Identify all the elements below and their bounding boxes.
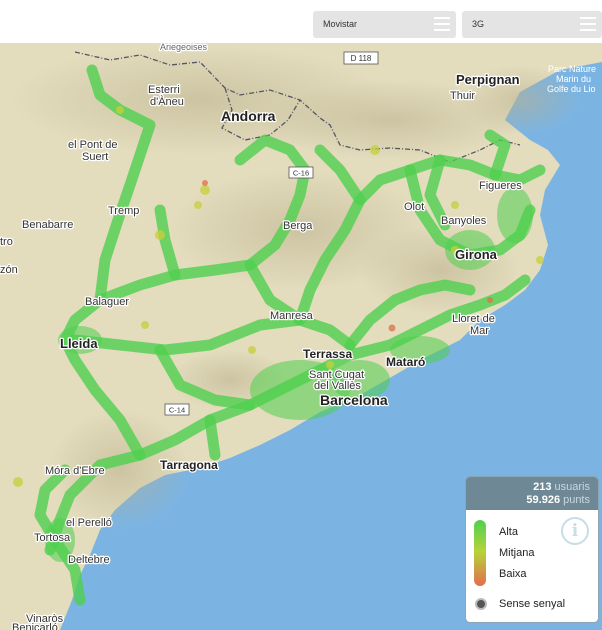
operator-select-value: Movistar — [323, 19, 358, 29]
place-label: el Pont de — [68, 139, 118, 151]
legend-low: Baixa — [499, 568, 527, 580]
place-label: Suert — [82, 151, 108, 163]
place-label: Mar — [470, 325, 489, 337]
place-label: Andorra — [221, 108, 276, 124]
legend-medium: Mitjana — [499, 547, 535, 559]
place-label: Figueres — [479, 180, 522, 192]
place-label: el Perelló — [66, 517, 112, 529]
place-label: Manresa — [270, 310, 314, 322]
legend-header: 213 usuaris 59.926 punts — [466, 477, 598, 510]
place-label: Lloret de — [452, 313, 495, 325]
svg-text:C-14: C-14 — [169, 406, 185, 415]
place-label: Móra d'Ebre — [45, 465, 105, 477]
place-label: Tremp — [108, 205, 139, 217]
place-label: Olot — [404, 201, 424, 213]
operator-select[interactable]: Movistar — [313, 11, 456, 38]
place-label: Girona — [455, 247, 498, 262]
signal-gradient-bar — [474, 520, 486, 586]
place-label: Golfe du Lio — [547, 84, 596, 94]
place-label: Banyoles — [441, 215, 487, 227]
points-label: punts — [563, 494, 590, 506]
place-label: Esterri — [148, 84, 180, 96]
road-d118: D 118 — [343, 51, 379, 65]
place-label: Ariegeoises — [160, 43, 208, 52]
place-label: Lleida — [60, 336, 98, 351]
place-label: Tarragona — [160, 458, 218, 472]
network-select[interactable]: 3G — [462, 11, 602, 38]
place-label: del Vallès — [314, 380, 361, 392]
place-label: Mataró — [386, 355, 425, 369]
place-label: Parc Nature — [548, 64, 596, 74]
place-label: tro — [0, 236, 13, 248]
place-label: Terrassa — [303, 347, 352, 361]
place-label: Benabarre — [22, 219, 73, 231]
no-signal-dot-icon — [475, 598, 487, 610]
hamburger-icon[interactable] — [580, 17, 596, 32]
legend-no-signal: Sense senyal — [499, 598, 566, 610]
road-c16: C-16 — [288, 166, 314, 179]
coverage-legend: 213 usuaris 59.926 punts Alta Mitjana Baix… — [465, 476, 599, 623]
info-icon[interactable]: i — [561, 517, 589, 545]
network-select-value: 3G — [472, 19, 485, 29]
place-label: Barcelona — [320, 392, 388, 408]
place-label: Deltebre — [68, 554, 110, 566]
place-label: Perpignan — [456, 72, 520, 87]
road-c14: C-14 — [164, 403, 190, 416]
svg-text:D 118: D 118 — [351, 54, 372, 63]
place-label: Thuir — [450, 90, 475, 102]
place-label: zón — [0, 264, 18, 276]
points-count: 59.926 — [526, 494, 561, 506]
place-label: Berga — [283, 220, 313, 232]
legend-high: Alta — [499, 526, 518, 538]
place-label: d'Àneu — [150, 95, 184, 108]
users-count: 213 — [533, 481, 552, 493]
users-label: usuaris — [554, 481, 590, 493]
top-toolbar: Movistar 3G — [0, 0, 602, 43]
place-label: Tortosa — [34, 532, 71, 544]
place-label: Benicarló — [12, 622, 58, 630]
svg-text:C-16: C-16 — [293, 169, 309, 178]
place-label: Marin du — [556, 74, 591, 84]
place-label: Balaguer — [85, 296, 129, 308]
hamburger-icon[interactable] — [434, 17, 450, 32]
